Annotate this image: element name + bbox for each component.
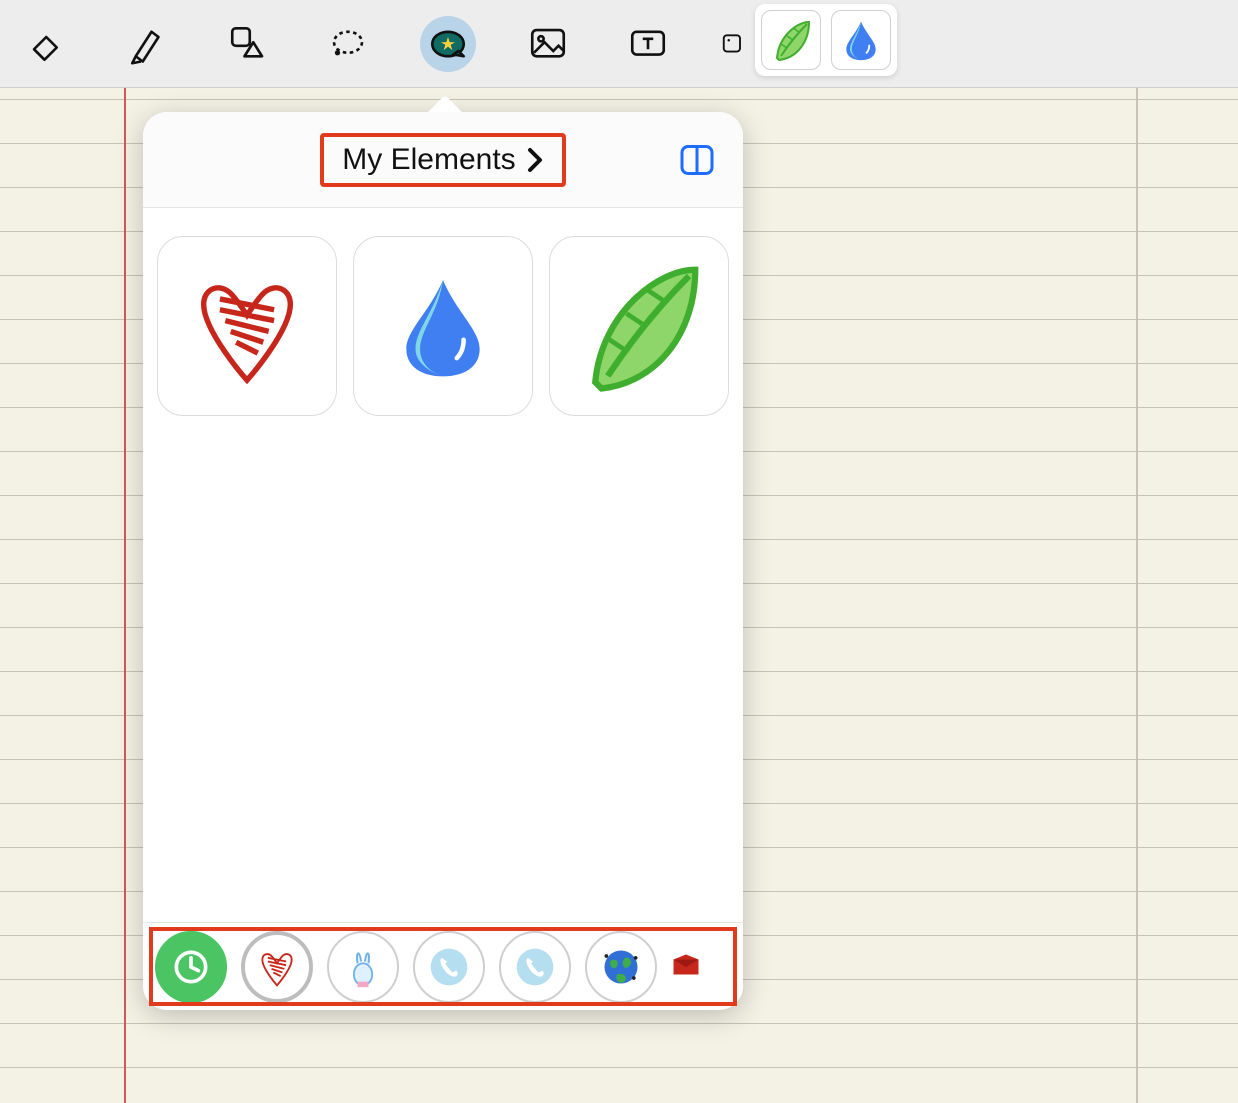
heart-sketch-icon (182, 251, 312, 401)
textbox-tool[interactable] (620, 16, 676, 72)
popover-title-label: My Elements (342, 143, 515, 177)
split-view-icon (679, 142, 715, 178)
quick-slots (755, 4, 897, 76)
element-drop[interactable] (353, 236, 533, 416)
image-tool[interactable] (520, 16, 576, 72)
popover-header: My Elements (143, 112, 743, 208)
split-view-button[interactable] (677, 140, 717, 180)
popover-category-strip (143, 922, 743, 1010)
elements-popover: My Elements (143, 112, 743, 1010)
category-phone-2[interactable] (499, 931, 571, 1003)
phone-icon (427, 945, 471, 989)
sticker-star-icon (427, 23, 469, 65)
drop-icon (839, 14, 883, 66)
highlighter-icon (127, 23, 169, 65)
eraser-tool[interactable] (20, 16, 76, 72)
lasso-icon (327, 23, 369, 65)
popover-body (143, 208, 743, 922)
category-bunny[interactable] (327, 931, 399, 1003)
quick-slot-drop[interactable] (831, 10, 891, 70)
leaf-icon (767, 16, 815, 64)
drop-icon (388, 251, 498, 401)
shapes-tool[interactable] (220, 16, 276, 72)
more-icon (720, 23, 750, 65)
chevron-right-icon (524, 146, 544, 174)
eraser-icon (27, 23, 69, 65)
category-recent[interactable] (155, 931, 227, 1003)
page-right-edge (1136, 88, 1138, 1103)
shapes-icon (227, 23, 269, 65)
image-icon (527, 23, 569, 65)
popover-title-button[interactable]: My Elements (320, 133, 565, 187)
heart-sketch-icon (255, 945, 299, 989)
bunny-icon (341, 945, 385, 989)
more-tool[interactable] (720, 16, 750, 72)
margin-line (124, 88, 126, 1103)
element-leaf[interactable] (549, 236, 729, 416)
clock-icon (169, 945, 213, 989)
top-toolbar (0, 0, 1238, 88)
category-heart[interactable] (241, 931, 313, 1003)
quick-slot-leaf[interactable] (761, 10, 821, 70)
category-envelope[interactable] (671, 931, 701, 1003)
category-earth[interactable] (585, 931, 657, 1003)
category-phone-1[interactable] (413, 931, 485, 1003)
envelope-icon (671, 945, 701, 989)
textbox-icon (627, 23, 669, 65)
stickers-tool[interactable] (420, 16, 476, 72)
element-heart[interactable] (157, 236, 337, 416)
phone-icon (513, 945, 557, 989)
highlighter-tool[interactable] (120, 16, 176, 72)
leaf-icon (564, 251, 714, 401)
earth-icon (599, 945, 643, 989)
lasso-tool[interactable] (320, 16, 376, 72)
